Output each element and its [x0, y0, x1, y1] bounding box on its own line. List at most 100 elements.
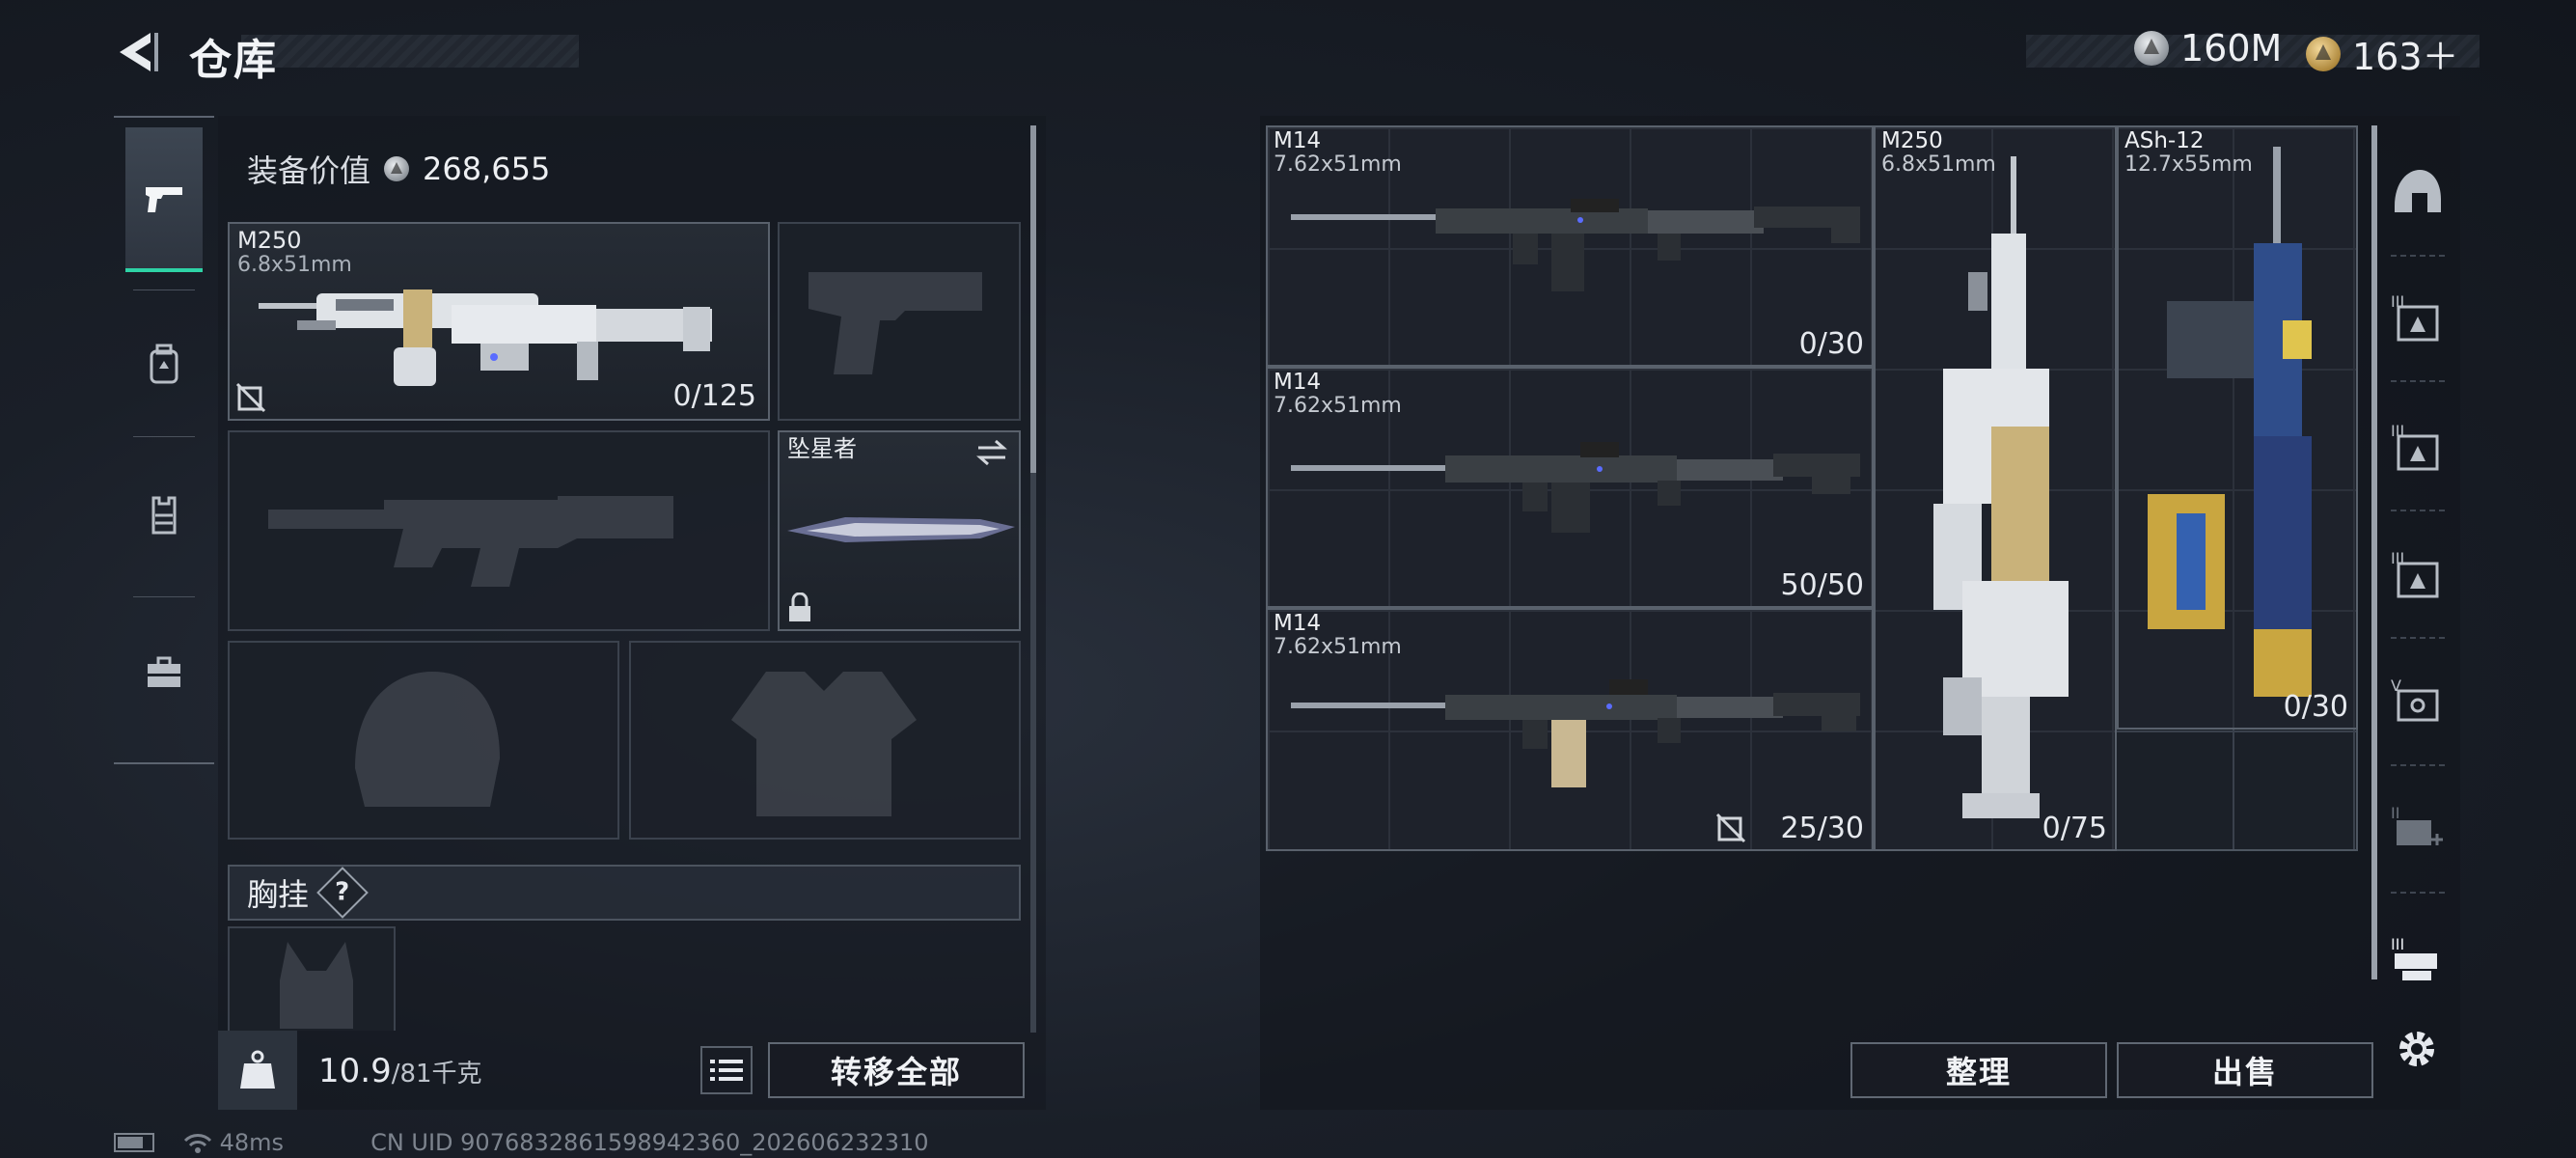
helmet-slot[interactable]: [228, 641, 619, 840]
item-ammo: 0/75: [2042, 812, 2107, 845]
tab-toolbox[interactable]: [125, 600, 203, 745]
side-divider: [2391, 637, 2445, 639]
no-insure-icon: [235, 382, 266, 413]
tab-armor[interactable]: [125, 442, 203, 587]
list-view-button[interactable]: [700, 1046, 753, 1094]
armor-placeholder-icon: [731, 672, 917, 816]
help-label: ?: [335, 878, 350, 907]
m14-weapon-image: [1291, 442, 1860, 533]
helmet-placeholder-icon: [355, 672, 500, 807]
tier5-case-filter-icon[interactable]: V: [2383, 668, 2451, 735]
weapon-ammo: 0/125: [672, 379, 756, 413]
stash-scrollbar[interactable]: [2371, 125, 2377, 979]
helmet-filter-icon[interactable]: [2383, 158, 2451, 226]
carry-weight: 10.9/81千克: [318, 1052, 482, 1090]
silver-currency: 160M: [2134, 27, 2282, 69]
no-insure-icon: [1715, 813, 1746, 843]
tier3-armor-filter-icon[interactable]: III: [2383, 540, 2451, 608]
m250-weapon-image: [1933, 156, 2069, 818]
stash-item[interactable]: ASh-12 12.7x55mm 0/30: [2117, 125, 2358, 730]
tier3-armor-filter-icon[interactable]: III: [2383, 284, 2451, 351]
tier3-armor-icon: III: [2391, 549, 2439, 598]
sell-button[interactable]: 出售: [2117, 1042, 2373, 1098]
tab-divider: [133, 596, 195, 597]
title-decoration: [241, 35, 579, 68]
tier2-medkit-icon: II: [2391, 804, 2443, 845]
pistol-slot[interactable]: [778, 222, 1021, 421]
melee-name: 坠星者: [787, 435, 857, 462]
tab-weapons[interactable]: [125, 127, 203, 272]
ping: 48ms: [183, 1129, 284, 1156]
item-caliber: 7.62x51mm: [1274, 394, 1402, 418]
gold-currency[interactable]: 163＋: [2306, 27, 2459, 80]
tier3-armor-filter-icon[interactable]: III: [2383, 413, 2451, 481]
category-tab-rail: [114, 116, 214, 764]
item-name: M14: [1274, 370, 1322, 395]
sort-button[interactable]: 整理: [1850, 1042, 2107, 1098]
transfer-all-button[interactable]: 转移全部: [768, 1042, 1025, 1098]
page-title: 仓库: [189, 36, 278, 85]
melee-slot[interactable]: 坠星者: [778, 430, 1021, 631]
side-divider: [2391, 510, 2445, 511]
primary-weapon-slot[interactable]: M250 6.8x51mm 0/125: [228, 222, 770, 421]
svg-text:II: II: [2391, 804, 2399, 822]
item-caliber: 7.62x51mm: [1274, 635, 1402, 659]
loadout-value-bar: 装备价值 268,655: [228, 127, 1032, 210]
svg-text:III: III: [2391, 935, 2404, 953]
weight-max: /81千克: [391, 1060, 482, 1089]
stash-item[interactable]: M250 6.8x51mm 0/75: [1874, 125, 2117, 851]
chest-rig-slot[interactable]: [228, 926, 396, 1031]
list-icon: [710, 1060, 743, 1081]
item-name: M14: [1274, 611, 1322, 636]
m14-weapon-image: [1291, 679, 1860, 787]
side-divider: [2391, 764, 2445, 766]
help-icon[interactable]: ?: [316, 867, 369, 919]
rifle-placeholder-icon: [268, 496, 673, 587]
ping-value: 48ms: [219, 1129, 285, 1156]
item-ammo: 0/30: [1798, 327, 1864, 361]
chest-rig-header: 胸挂 ?: [228, 865, 1021, 921]
chest-rig-label: 胸挂: [247, 876, 310, 913]
weight-icon: [240, 1050, 275, 1089]
tier3-container-filter-icon[interactable]: III: [2383, 926, 2451, 994]
secondary-weapon-slot[interactable]: [228, 430, 770, 631]
weight-current: 10.9: [318, 1052, 392, 1090]
side-divider: [2391, 892, 2445, 894]
item-caliber: 7.62x51mm: [1274, 152, 1402, 177]
weapon-name: M250: [237, 227, 302, 254]
gear-icon: [2399, 1032, 2434, 1066]
loadout-value: 268,655: [423, 151, 551, 187]
stash-item[interactable]: M14 7.62x51mm 50/50: [1266, 367, 1874, 608]
side-divider: [2391, 255, 2445, 257]
armor-slot[interactable]: [629, 641, 1021, 840]
swap-icon[interactable]: [974, 438, 1009, 467]
tab-backpack[interactable]: [125, 291, 203, 436]
vest-icon: [151, 496, 177, 535]
item-ammo: 0/30: [2283, 690, 2348, 724]
scroll-thumb[interactable]: [2371, 125, 2377, 979]
settings-gear-icon[interactable]: [2383, 1015, 2451, 1083]
lock-icon: [789, 593, 810, 621]
tier3-armor-icon: III: [2391, 422, 2439, 471]
pistol-icon: [146, 187, 182, 212]
tab-divider: [133, 436, 195, 437]
silver-coin-icon: [2134, 31, 2169, 66]
helmet-icon: [2395, 170, 2441, 212]
star-blade-image: [787, 517, 1015, 542]
backpack-icon: [150, 344, 178, 384]
silver-currency-value: 160M: [2180, 27, 2283, 69]
user-uid: CN UID 9076832861598942360_202606232310: [370, 1129, 929, 1156]
tier2-medkit-filter-icon[interactable]: II: [2383, 795, 2451, 863]
item-name: M14: [1274, 128, 1322, 153]
scroll-thumb[interactable]: [1030, 125, 1036, 473]
loadout-scrollbar[interactable]: [1030, 125, 1036, 1033]
back-arrow-icon[interactable]: [112, 29, 160, 75]
tier3-container-icon: III: [2391, 935, 2437, 980]
stash-item[interactable]: M14 7.62x51mm 0/30: [1266, 125, 1874, 367]
toolbox-icon: [148, 656, 180, 687]
gold-coin-icon: [2306, 36, 2341, 71]
stash-item[interactable]: M14 7.62x51mm 25/30: [1266, 608, 1874, 851]
loadout-value-label: 装备价值: [247, 152, 371, 189]
wifi-icon: [183, 1134, 212, 1153]
item-name: M250: [1881, 128, 1943, 153]
